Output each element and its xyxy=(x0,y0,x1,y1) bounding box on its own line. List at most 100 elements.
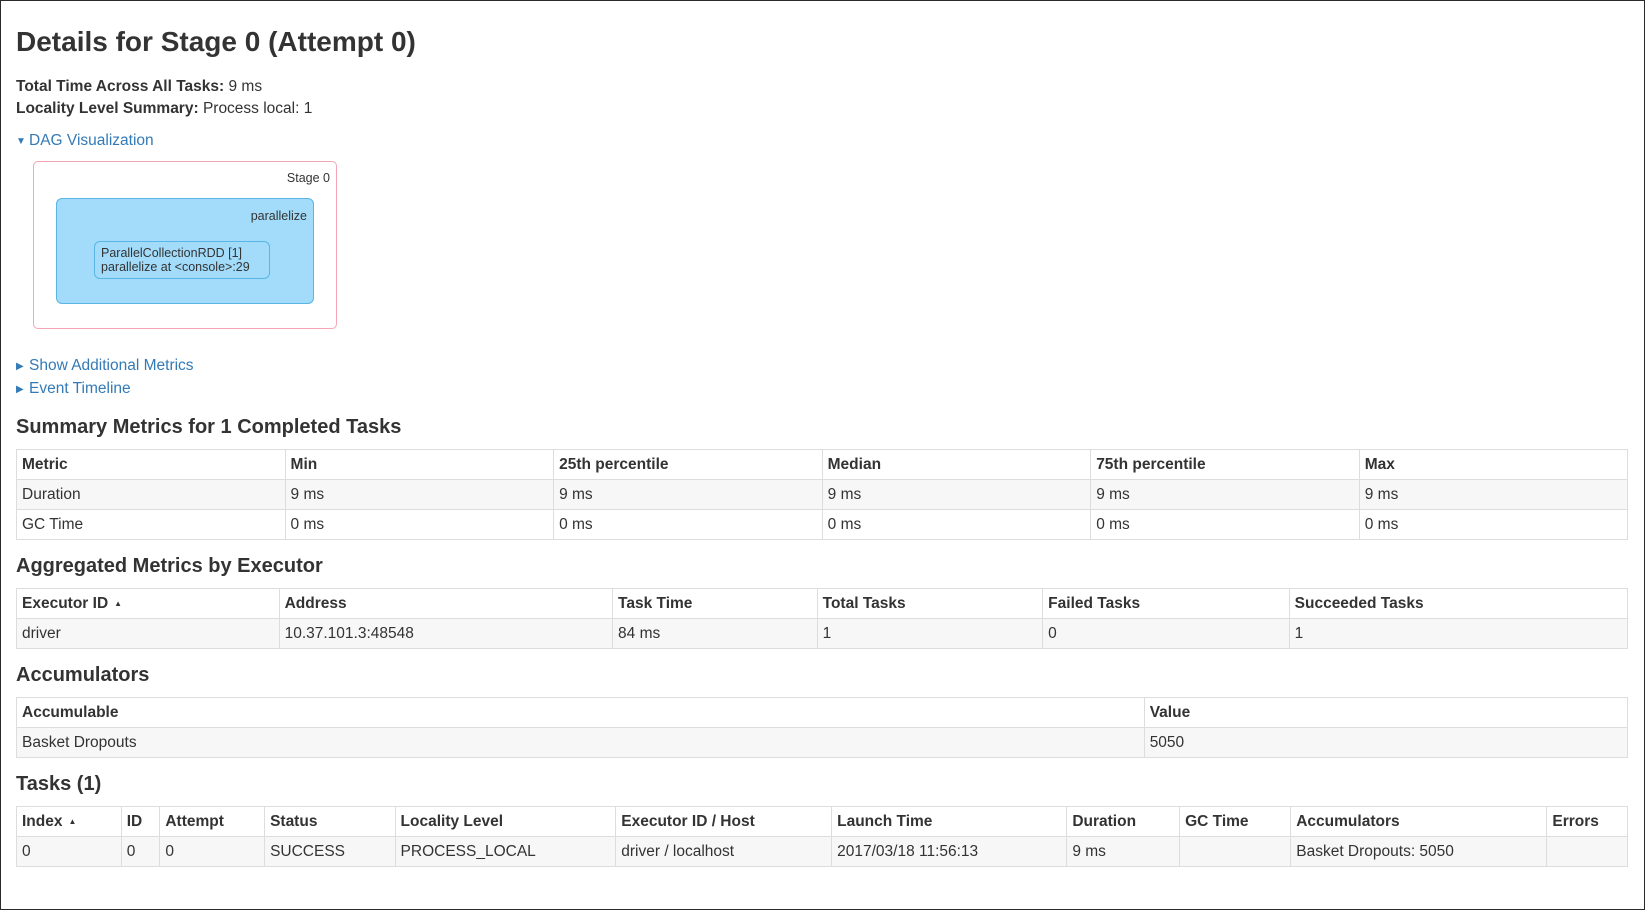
column-header-label: Executor ID xyxy=(22,595,109,612)
triangle-right-icon: ▶ xyxy=(16,384,24,395)
column-header[interactable]: Task Time xyxy=(612,588,818,619)
dag-rdd-callsite: parallelize at <console>:29 xyxy=(101,260,250,274)
column-header[interactable]: Value xyxy=(1143,697,1629,728)
dag-rdd-node[interactable]: ParallelCollectionRDD [1] parallelize at… xyxy=(94,241,270,279)
table-cell: driver / localhost xyxy=(615,836,833,867)
table-header-row: Index ▲ ID Attempt Status Locality Level … xyxy=(16,806,1628,837)
show-additional-metrics-label: Show Additional Metrics xyxy=(29,357,194,374)
column-header[interactable]: Attempt xyxy=(159,806,266,837)
dag-visualization-label: DAG Visualization xyxy=(29,132,154,149)
table-cell: 0 ms xyxy=(284,509,555,540)
sort-ascending-icon: ▲ xyxy=(68,817,77,826)
table-cell: 5050 xyxy=(1143,727,1629,758)
table-row: GC Time 0 ms 0 ms 0 ms 0 ms 0 ms xyxy=(16,509,1629,540)
dag-graph: Stage 0 parallelize ParallelCollectionRD… xyxy=(33,161,353,341)
sort-ascending-icon: ▲ xyxy=(114,599,123,608)
table-cell: 0 xyxy=(16,836,122,867)
table-cell xyxy=(1179,836,1292,867)
table-cell: 9 ms xyxy=(1066,836,1181,867)
triangle-right-icon: ▶ xyxy=(16,361,24,372)
table-cell: 0 ms xyxy=(1090,509,1360,540)
accumulators-table: Accumulable Value Basket Dropouts 5050 xyxy=(16,697,1629,758)
column-header[interactable]: Max xyxy=(1358,449,1629,480)
table-cell: 1 xyxy=(1288,618,1629,649)
accumulators-heading: Accumulators xyxy=(16,664,150,686)
column-header[interactable]: Metric xyxy=(16,449,286,480)
triangle-down-icon: ▼ xyxy=(16,136,26,147)
dag-stage-label: Stage 0 xyxy=(286,171,330,185)
table-cell: 2017/03/18 11:56:13 xyxy=(831,836,1068,867)
table-cell: Basket Dropouts: 5050 xyxy=(1290,836,1548,867)
table-cell: 84 ms xyxy=(612,618,818,649)
locality-summary-value: Process local: 1 xyxy=(202,100,313,117)
locality-summary-label: Locality Level Summary: xyxy=(16,100,199,117)
column-header[interactable]: 25th percentile xyxy=(553,449,823,480)
page-title: Details for Stage 0 (Attempt 0) xyxy=(16,26,416,57)
table-cell: 0 xyxy=(1042,618,1290,649)
dag-operation-cluster[interactable]: parallelize ParallelCollectionRDD [1] pa… xyxy=(56,198,314,304)
table-cell: Basket Dropouts xyxy=(16,727,1145,758)
column-header[interactable]: Locality Level xyxy=(394,806,617,837)
table-cell: 0 xyxy=(120,836,161,867)
dag-rdd-name: ParallelCollectionRDD [1] xyxy=(101,246,243,260)
dag-visualization-toggle[interactable]: ▼ DAG Visualization xyxy=(16,130,1628,153)
dag-stage-cluster[interactable]: Stage 0 parallelize ParallelCollectionRD… xyxy=(33,161,337,329)
table-cell: GC Time xyxy=(16,509,286,540)
summary-metrics-heading: Summary Metrics for 1 Completed Tasks xyxy=(16,416,402,438)
stage-details-page: Details for Stage 0 (Attempt 0) Total Ti… xyxy=(1,26,1644,867)
column-header[interactable]: Errors xyxy=(1546,806,1628,837)
column-header[interactable]: Address xyxy=(278,588,614,619)
column-header[interactable]: Median xyxy=(821,449,1092,480)
column-header[interactable]: Launch Time xyxy=(831,806,1068,837)
table-cell: 0 ms xyxy=(821,509,1092,540)
table-row: driver 10.37.101.3:48548 84 ms 1 0 1 xyxy=(16,618,1629,649)
stage-summary: Total Time Across All Tasks: 9 ms Locali… xyxy=(16,76,1628,120)
table-row: Basket Dropouts 5050 xyxy=(16,727,1629,758)
dag-operation-label: parallelize xyxy=(250,209,307,223)
column-header[interactable]: Succeeded Tasks xyxy=(1288,588,1629,619)
table-cell: 9 ms xyxy=(284,479,555,510)
column-header[interactable]: Total Tasks xyxy=(816,588,1044,619)
column-header[interactable]: GC Time xyxy=(1179,806,1292,837)
column-header[interactable]: Min xyxy=(284,449,555,480)
event-timeline-toggle[interactable]: ▶ Event Timeline xyxy=(16,378,1628,401)
table-header-row: Metric Min 25th percentile Median 75th p… xyxy=(16,449,1629,480)
column-header-executor-id[interactable]: Executor ID ▲ xyxy=(16,588,280,619)
total-time-label: Total Time Across All Tasks: xyxy=(16,78,225,95)
table-cell: Duration xyxy=(16,479,286,510)
column-header-index[interactable]: Index ▲ xyxy=(16,806,122,837)
column-header[interactable]: Duration xyxy=(1066,806,1181,837)
column-header[interactable]: 75th percentile xyxy=(1090,449,1360,480)
event-timeline-label: Event Timeline xyxy=(29,380,131,397)
table-cell: driver xyxy=(16,618,280,649)
table-cell: 9 ms xyxy=(553,479,823,510)
table-header-row: Accumulable Value xyxy=(16,697,1629,728)
table-cell: 0 ms xyxy=(553,509,823,540)
column-header[interactable]: Status xyxy=(264,806,396,837)
locality-summary-item: Locality Level Summary: Process local: 1 xyxy=(16,98,1628,120)
column-header-label: Index xyxy=(22,813,63,830)
table-header-row: Executor ID ▲ Address Task Time Total Tas… xyxy=(16,588,1629,619)
table-row: 0 0 0 SUCCESS PROCESS_LOCAL driver / loc… xyxy=(16,836,1628,867)
total-time-value: 9 ms xyxy=(228,78,263,95)
table-cell xyxy=(1546,836,1628,867)
tasks-table: Index ▲ ID Attempt Status Locality Level … xyxy=(16,806,1628,867)
table-cell: 10.37.101.3:48548 xyxy=(278,618,614,649)
column-header[interactable]: Accumulable xyxy=(16,697,1145,728)
tasks-heading: Tasks (1) xyxy=(16,773,102,795)
table-cell: 9 ms xyxy=(1090,479,1360,510)
column-header[interactable]: Accumulators xyxy=(1290,806,1548,837)
table-cell: 9 ms xyxy=(1358,479,1629,510)
summary-metrics-table: Metric Min 25th percentile Median 75th p… xyxy=(16,449,1629,540)
table-cell: PROCESS_LOCAL xyxy=(394,836,617,867)
expander-group: ▶ Show Additional Metrics ▶ Event Timeline xyxy=(16,355,1628,401)
executor-metrics-table: Executor ID ▲ Address Task Time Total Tas… xyxy=(16,588,1629,649)
show-additional-metrics-toggle[interactable]: ▶ Show Additional Metrics xyxy=(16,355,1628,378)
table-cell: SUCCESS xyxy=(264,836,396,867)
total-time-item: Total Time Across All Tasks: 9 ms xyxy=(16,76,1628,98)
column-header[interactable]: ID xyxy=(120,806,161,837)
column-header[interactable]: Failed Tasks xyxy=(1042,588,1290,619)
table-row: Duration 9 ms 9 ms 9 ms 9 ms 9 ms xyxy=(16,479,1629,510)
column-header[interactable]: Executor ID / Host xyxy=(615,806,833,837)
table-cell: 1 xyxy=(816,618,1044,649)
